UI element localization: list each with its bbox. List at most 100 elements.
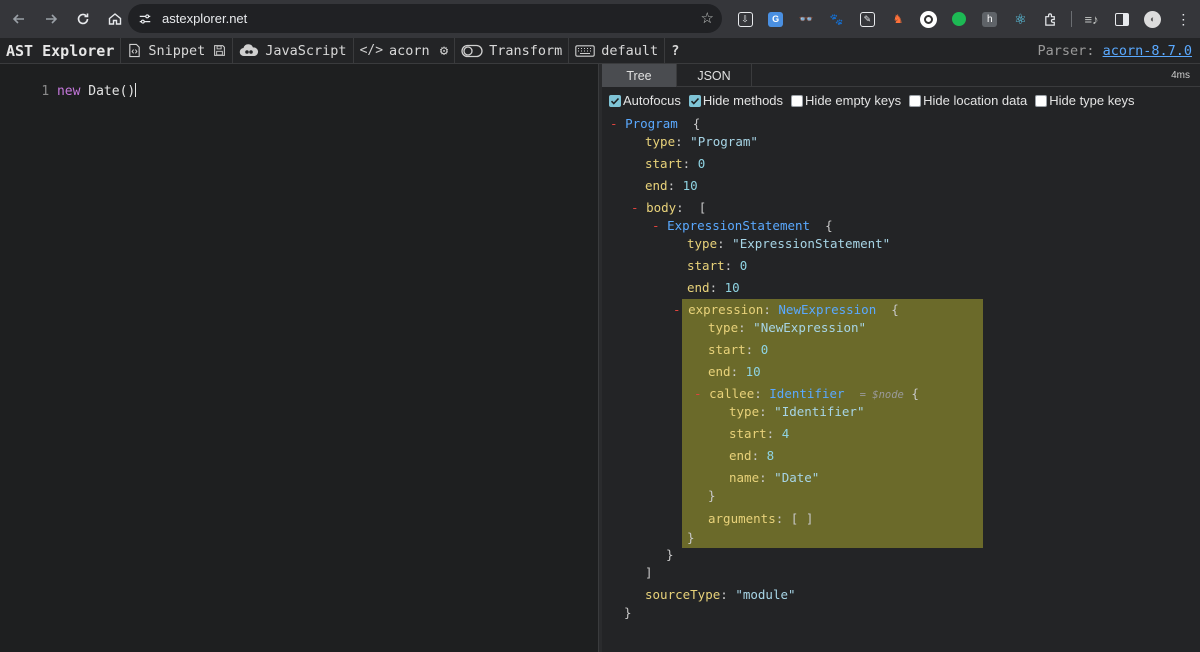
code-editor[interactable]: 1 new Date() <box>0 64 598 652</box>
parser-selector[interactable]: </> acorn ⚙ <box>352 37 455 64</box>
tree-prop-expression[interactable]: - expression: NewExpression { <box>673 302 899 318</box>
language-label: JavaScript <box>265 42 347 59</box>
help-button[interactable]: ? <box>664 37 685 64</box>
language-selector[interactable]: JavaScript <box>232 37 352 64</box>
ext-fox-icon[interactable]: ♞ <box>887 9 909 29</box>
prop-value: 0 <box>697 156 706 171</box>
parser-info: Parser: acorn-8.7.0 <box>1038 43 1192 59</box>
closing-brace: } <box>624 605 632 620</box>
ext-glasses-icon[interactable]: 👓 <box>795 9 817 29</box>
closing-brace: } <box>708 488 716 503</box>
tree-prop-arguments[interactable]: arguments: [ ] <box>708 511 813 527</box>
tab-json[interactable]: JSON <box>677 64 752 87</box>
code-keyword: new <box>56 84 81 99</box>
tree-prop-source-type[interactable]: sourceType: "module" <box>645 587 796 603</box>
keymap-selector[interactable]: default <box>568 37 664 64</box>
ext-paw-icon[interactable]: 🐾 <box>826 9 848 29</box>
prop-value: 0 <box>760 342 769 357</box>
transform-toggle[interactable]: Transform <box>454 37 568 64</box>
transform-label: Transform <box>489 42 563 59</box>
site-settings-icon[interactable] <box>134 8 156 30</box>
app-title: AST Explorer <box>6 41 115 60</box>
hide-methods-checkbox[interactable] <box>688 94 701 107</box>
hide-location-data-checkbox[interactable] <box>909 94 922 107</box>
editor-line[interactable]: 1 new Date() <box>10 68 137 114</box>
ext-circle-icon[interactable] <box>918 9 940 29</box>
autofocus-checkbox[interactable] <box>609 94 621 107</box>
hide-type-keys-label: Hide type keys <box>1049 93 1135 108</box>
ext-green-dot-icon[interactable] <box>948 9 970 29</box>
tree-prop-callee[interactable]: - callee: Identifier = $node { <box>694 386 919 402</box>
tree-prop-start[interactable]: start: 0 <box>708 342 768 358</box>
tree-prop-type[interactable]: type: "Program" <box>645 134 758 150</box>
browser-menu-icon[interactable]: ⋮ <box>1172 9 1194 29</box>
collapse-toggle[interactable]: - <box>673 302 688 317</box>
bookmark-star-icon[interactable]: ☆ <box>701 9 714 27</box>
snippet-menu[interactable]: Snippet <box>120 37 211 64</box>
option-hide-type-keys[interactable]: Hide type keys <box>1035 93 1134 108</box>
node-type: Program <box>625 116 678 131</box>
tree-prop-end[interactable]: end: 10 <box>645 178 698 194</box>
media-controls-icon[interactable]: ≡♪ <box>1081 9 1103 29</box>
tree-prop-type[interactable]: type: "Identifier" <box>729 404 864 420</box>
collapse-toggle[interactable]: - <box>652 218 667 233</box>
forward-icon[interactable] <box>36 4 66 34</box>
tree-prop-type[interactable]: type: "NewExpression" <box>708 320 866 336</box>
side-panel-icon[interactable] <box>1111 9 1133 29</box>
tree-prop-end[interactable]: end: 10 <box>708 364 761 380</box>
ext-pen-icon[interactable]: ✎ <box>856 9 878 29</box>
prop-value: [ ] <box>790 511 814 526</box>
tree-prop-end[interactable]: end: 8 <box>729 448 774 464</box>
save-icon <box>213 44 226 57</box>
node-hint: = $node <box>859 389 904 401</box>
tree-prop-start[interactable]: start: 0 <box>645 156 705 172</box>
parser-settings-gear-icon[interactable]: ⚙ <box>440 43 448 59</box>
tree-prop-name[interactable]: name: "Date" <box>729 470 819 486</box>
snippet-icon <box>127 43 142 58</box>
tree-prop-type[interactable]: type: "ExpressionStatement" <box>687 236 890 252</box>
hide-type-keys-checkbox[interactable] <box>1035 94 1048 107</box>
tree-prop-end[interactable]: end: 10 <box>687 280 740 296</box>
ext-puzzle-icon[interactable] <box>1040 9 1062 29</box>
output-pane: Tree JSON 4ms Autofocus Hide methods Hid… <box>602 64 1200 652</box>
tree-options: Autofocus Hide methods Hide empty keys H… <box>609 93 1142 108</box>
ext-translate-icon[interactable]: G <box>765 9 787 29</box>
code-text: Date() <box>80 84 136 99</box>
prop-value: 0 <box>739 258 748 273</box>
keymap-label: default <box>601 42 659 59</box>
tree-prop-start[interactable]: start: 4 <box>729 426 789 442</box>
collapse-toggle[interactable]: - <box>631 200 646 215</box>
option-hide-methods[interactable]: Hide methods <box>688 93 783 108</box>
reload-icon[interactable] <box>68 4 98 34</box>
cloud-icon <box>239 43 259 58</box>
parse-time: 4ms <box>1171 70 1190 81</box>
tree-prop-body[interactable]: - body: [ <box>631 200 706 216</box>
parser-version-link[interactable]: acorn-8.7.0 <box>1103 43 1192 59</box>
hide-empty-keys-checkbox[interactable] <box>791 94 804 107</box>
help-label: ? <box>671 42 680 59</box>
tree-prop-start[interactable]: start: 0 <box>687 258 747 274</box>
ext-download-icon[interactable]: ⇩ <box>734 9 756 29</box>
collapse-toggle[interactable]: - <box>610 116 625 131</box>
option-hide-empty-keys[interactable]: Hide empty keys <box>791 93 901 108</box>
address-bar[interactable]: astexplorer.net ☆ <box>128 4 722 33</box>
collapse-toggle[interactable]: - <box>694 386 709 401</box>
save-button[interactable] <box>211 38 232 64</box>
option-hide-location-data[interactable]: Hide location data <box>909 93 1027 108</box>
prop-value: 4 <box>781 426 790 441</box>
home-icon[interactable] <box>100 4 130 34</box>
ext-h-icon[interactable]: h <box>979 9 1001 29</box>
prop-value: 10 <box>724 280 740 295</box>
prop-value: 10 <box>682 178 698 193</box>
url-text: astexplorer.net <box>162 11 248 26</box>
profile-avatar-icon[interactable]: ◐ <box>1142 9 1164 29</box>
tree-node-program[interactable]: - Program { <box>610 116 700 132</box>
tab-tree[interactable]: Tree <box>602 64 677 87</box>
hide-empty-keys-label: Hide empty keys <box>805 93 902 108</box>
option-autofocus[interactable]: Autofocus <box>609 93 681 108</box>
tree-node-expression-statement[interactable]: - ExpressionStatement { <box>652 218 833 234</box>
back-icon[interactable] <box>4 4 34 34</box>
ext-react-icon[interactable]: ⚛ <box>1009 9 1031 29</box>
prop-value: "Date" <box>774 470 820 485</box>
snippet-label: Snippet <box>148 42 206 59</box>
